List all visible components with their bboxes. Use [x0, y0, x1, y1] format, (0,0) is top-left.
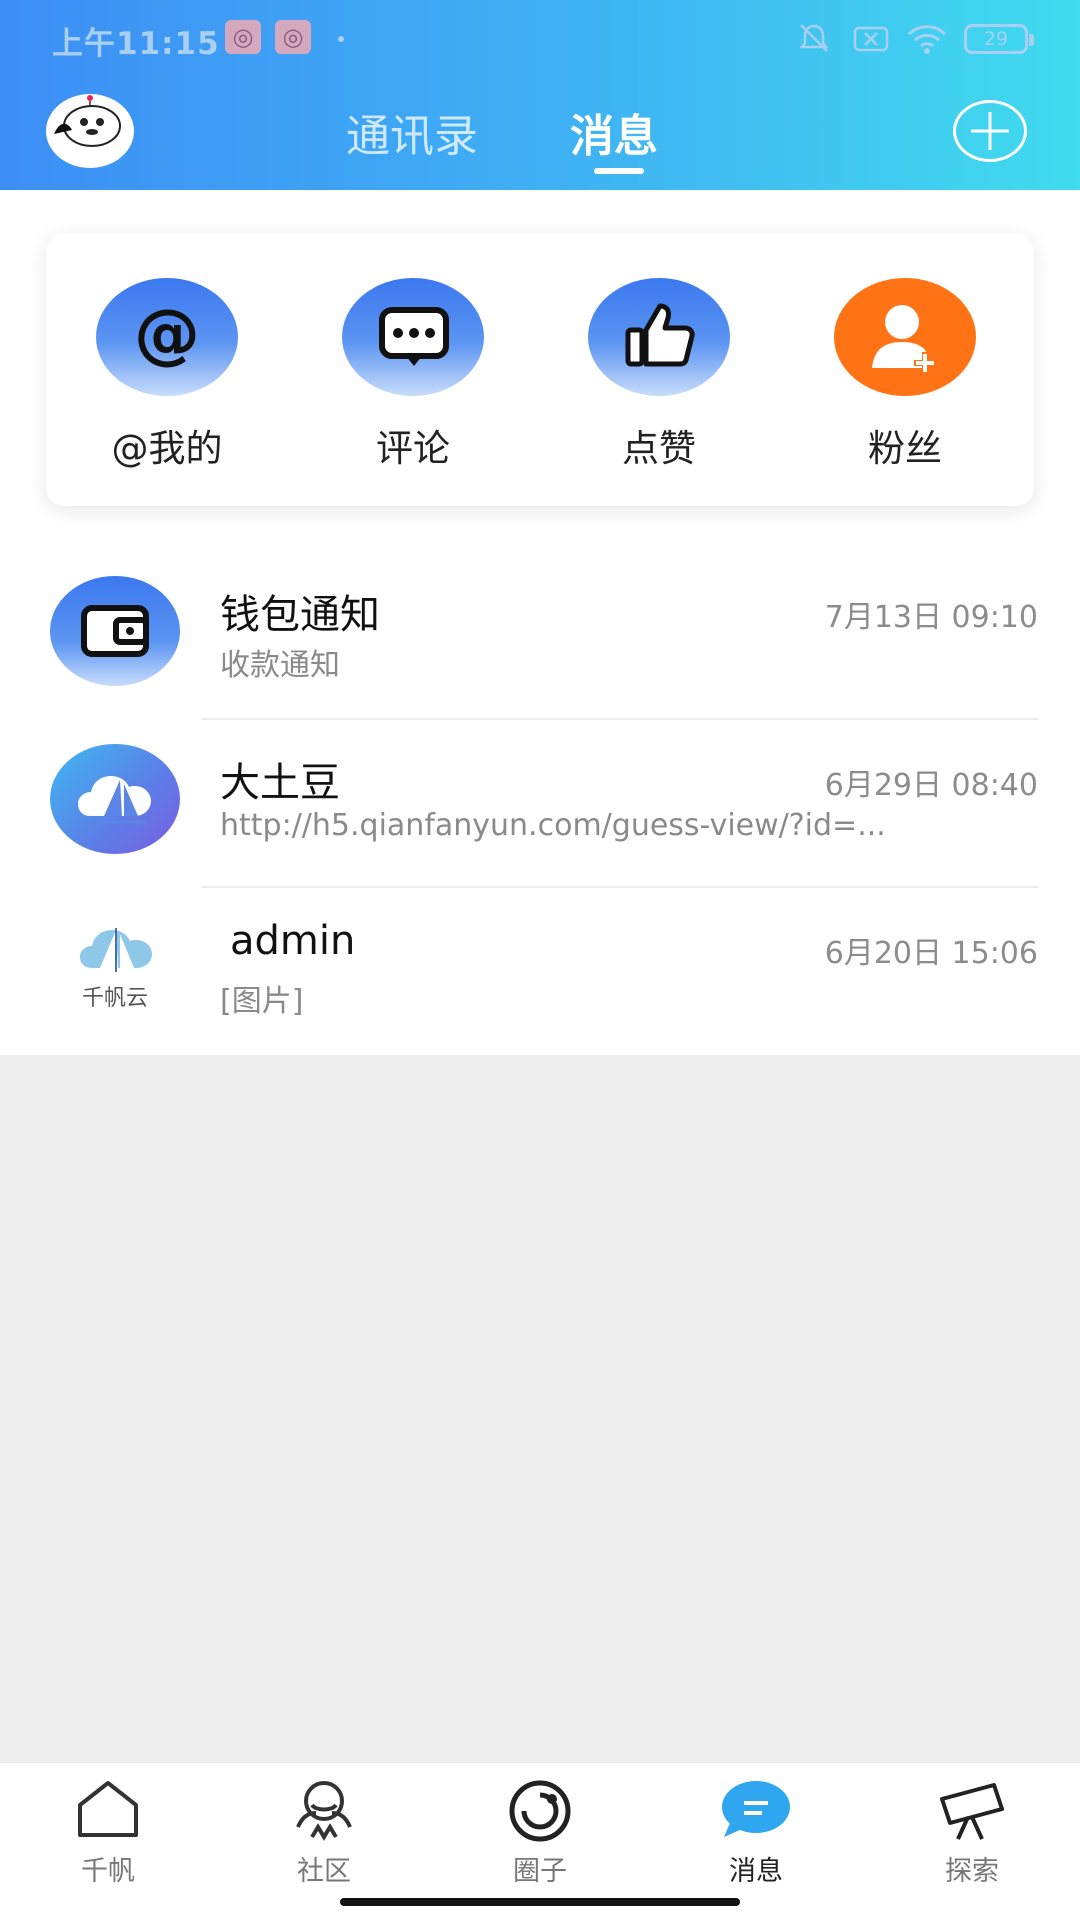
active-tab-indicator [594, 168, 644, 174]
nav-label: 探索 [945, 1856, 999, 1887]
nav-label: 消息 [729, 1856, 783, 1887]
quick-action-fans[interactable]: 粉丝 [830, 278, 980, 472]
plus-circle-icon[interactable] [953, 100, 1027, 162]
message-time: 7月13日 09:10 [824, 600, 1038, 635]
weibo-notification-icon: ◎ [275, 20, 311, 54]
nav-item-home[interactable]: 千帆 [38, 1777, 178, 1888]
message-row-wallet[interactable]: 钱包通知 收款通知 7月13日 09:10 [0, 552, 1080, 720]
nav-label: 圈子 [513, 1856, 567, 1887]
no-sim-icon [852, 20, 890, 56]
home-indicator[interactable] [340, 1898, 740, 1906]
message-preview: http://h5.qianfanyun.com/guess-view/?id=… [220, 808, 886, 843]
comment-icon [342, 278, 484, 396]
message-preview: 收款通知 [220, 648, 340, 683]
message-time: 6月20日 15:06 [824, 936, 1038, 971]
message-icon [718, 1777, 794, 1843]
qianfanyun-logo-text: 千帆云 [81, 986, 148, 1011]
messages-screen: 上午11:15 ◎ ◎ 29 通讯录 消息 @ @我的 评论 点赞 粉丝 钱包通… [0, 0, 1080, 1920]
quick-action-label: 粉丝 [868, 427, 942, 470]
circle-icon [502, 1777, 578, 1843]
quick-action-label: 评论 [376, 427, 450, 470]
nav-item-explore[interactable]: 探索 [902, 1777, 1042, 1888]
add-user-icon [834, 278, 976, 396]
tab-contacts[interactable]: 通讯录 [346, 100, 478, 164]
qianfanyun-logo: 千帆云 [50, 912, 180, 1022]
wifi-icon [906, 20, 948, 56]
status-time: 上午11:15 [52, 26, 220, 62]
quick-action-likes[interactable]: 点赞 [584, 278, 734, 472]
quick-actions-card: @ @我的 评论 点赞 粉丝 [46, 234, 1034, 506]
wallet-icon [50, 576, 180, 686]
quick-action-label: 点赞 [622, 427, 696, 470]
nav-label: 千帆 [81, 1856, 135, 1887]
thumbs-up-icon [588, 278, 730, 396]
message-sender: admin [230, 918, 356, 964]
telescope-icon [934, 1777, 1010, 1843]
quick-action-mentions[interactable]: @ @我的 [92, 278, 242, 472]
mute-bell-icon [796, 20, 832, 56]
quick-action-comments[interactable]: 评论 [338, 278, 488, 472]
more-notifications-dot [338, 36, 344, 42]
top-header: 上午11:15 ◎ ◎ 29 通讯录 消息 [0, 0, 1080, 190]
quick-action-label: @我的 [111, 427, 223, 470]
home-icon [70, 1777, 146, 1843]
community-icon [286, 1777, 362, 1843]
nav-item-community[interactable]: 社区 [254, 1777, 394, 1888]
nav-item-messages[interactable]: 消息 [686, 1777, 826, 1888]
message-sender: 大土豆 [220, 760, 340, 806]
message-row-datudou[interactable]: 大土豆 http://h5.qianfanyun.com/guess-view/… [0, 720, 1080, 888]
battery-indicator: 29 [964, 24, 1034, 54]
message-preview: [图片] [220, 984, 304, 1019]
svg-text:@: @ [134, 295, 200, 372]
message-time: 6月29日 08:40 [824, 768, 1038, 803]
weibo-notification-icon: ◎ [225, 20, 261, 54]
status-bar: 上午11:15 ◎ ◎ 29 [0, 0, 1080, 76]
message-row-admin[interactable]: 千帆云 admin [图片] 6月20日 15:06 [0, 888, 1080, 1056]
bottom-navigation: 千帆 社区 圈子 消息 探索 [0, 1762, 1080, 1920]
message-sender: 钱包通知 [220, 592, 380, 638]
at-icon: @ [96, 278, 238, 396]
message-content: @ @我的 评论 点赞 粉丝 钱包通知 收款通知 7月13日 09:10 大土豆… [0, 190, 1080, 1055]
cloud-sail-icon [50, 744, 180, 854]
nav-label: 社区 [297, 1856, 351, 1887]
tab-messages[interactable]: 消息 [570, 100, 658, 164]
user-avatar[interactable] [46, 94, 134, 168]
nav-item-circle[interactable]: 圈子 [470, 1777, 610, 1888]
